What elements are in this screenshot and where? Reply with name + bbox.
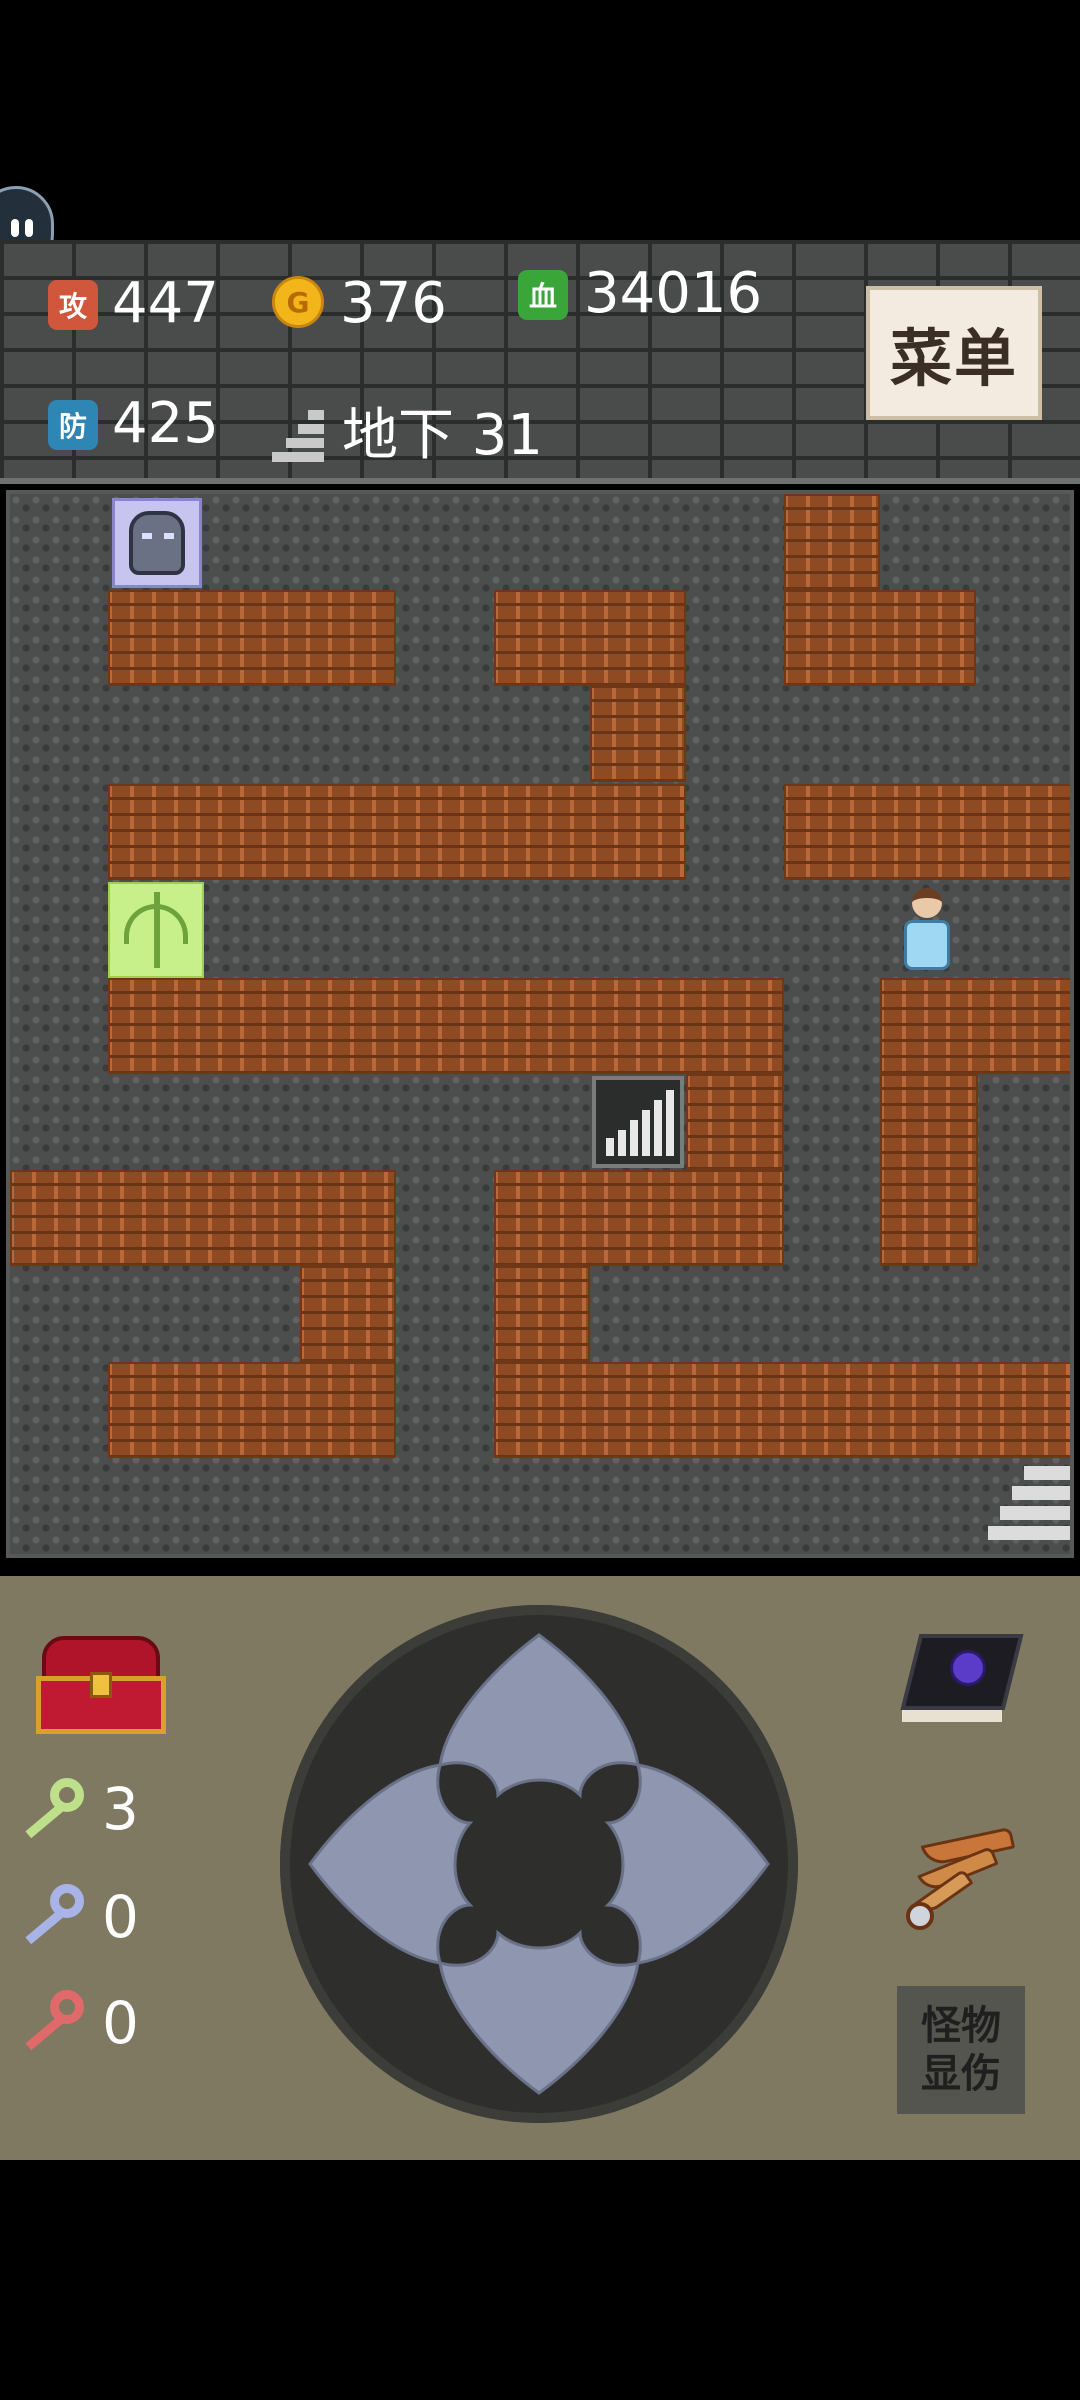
wall [108, 784, 686, 880]
game-board[interactable] [6, 490, 1074, 1558]
monster-damage-toggle-button[interactable]: 怪物 显伤 [897, 1986, 1025, 2114]
bubble-eyes-icon [11, 219, 19, 237]
key-shaft [25, 1909, 65, 1945]
key-shaft [25, 1803, 65, 1839]
wall [300, 1266, 396, 1362]
attack-icon: 攻 [48, 280, 98, 330]
attack-value: 447 [112, 271, 219, 336]
stairs-bars-icon [606, 1090, 674, 1156]
left-arrow-button[interactable] [308, 1763, 474, 1965]
up-arrow-button[interactable] [438, 1633, 640, 1799]
hero-head-icon [912, 888, 942, 918]
wall [590, 686, 686, 782]
hero-body-icon [904, 920, 950, 970]
wall [880, 1074, 978, 1266]
gold-coin-icon: G [272, 276, 324, 328]
monster-damage-label-line2: 显伤 [921, 2051, 1001, 2097]
treasure-chest-icon[interactable] [36, 1636, 166, 1734]
blue-key-icon [14, 1884, 90, 1945]
wall [880, 978, 1070, 1074]
chest-lock [90, 1672, 112, 1698]
blue-key-count: 0 [102, 1883, 139, 1951]
wall [784, 784, 1070, 880]
wall [784, 494, 880, 590]
defense-value: 425 [112, 391, 219, 456]
wall [108, 1362, 396, 1458]
golem-eyes-icon [142, 533, 152, 539]
wall [494, 1362, 1070, 1458]
gold-value: 376 [340, 271, 447, 336]
wall [10, 1170, 396, 1266]
green-vine-monster[interactable] [108, 882, 204, 978]
yellow-key-icon [14, 1778, 90, 1839]
down-arrow-button[interactable] [438, 1929, 640, 2095]
right-arrow-button[interactable] [604, 1763, 770, 1965]
dpad-arrows [308, 1633, 770, 2095]
floor-indicator: 地下 31 [342, 403, 544, 468]
wall [494, 1266, 590, 1362]
wall [494, 590, 686, 686]
wall [686, 1074, 784, 1170]
stone-golem-monster[interactable] [112, 498, 202, 588]
monster-damage-label-line1: 怪物 [921, 2003, 1001, 2049]
wall [784, 590, 976, 686]
wall [494, 1170, 784, 1266]
defense-icon: 防 [48, 400, 98, 450]
red-key-icon [14, 1990, 90, 2051]
wing-orb [906, 1902, 934, 1930]
flying-wing-icon[interactable] [900, 1826, 1020, 1940]
key-shaft [25, 2015, 65, 2051]
golem-head-icon [129, 511, 185, 575]
directional-pad[interactable] [280, 1605, 798, 2123]
monster-manual-book-icon[interactable] [900, 1626, 1028, 1726]
yellow-key-count: 3 [102, 1775, 139, 1843]
hp-value: 34016 [584, 261, 763, 326]
stairs-down-tile[interactable] [592, 1076, 684, 1168]
hero-player[interactable] [884, 882, 974, 978]
wall [108, 590, 396, 686]
book-pages [902, 1710, 1002, 1722]
menu-button[interactable]: 菜单 [866, 286, 1042, 420]
red-key-count: 0 [102, 1989, 139, 2057]
stairs-up-tile[interactable] [978, 1460, 1070, 1554]
vine-leaf-icon [124, 904, 188, 944]
hp-icon: 血 [518, 270, 568, 320]
wall [108, 978, 784, 1074]
stairs-floor-icon [272, 410, 324, 462]
book-gem [950, 1650, 986, 1686]
